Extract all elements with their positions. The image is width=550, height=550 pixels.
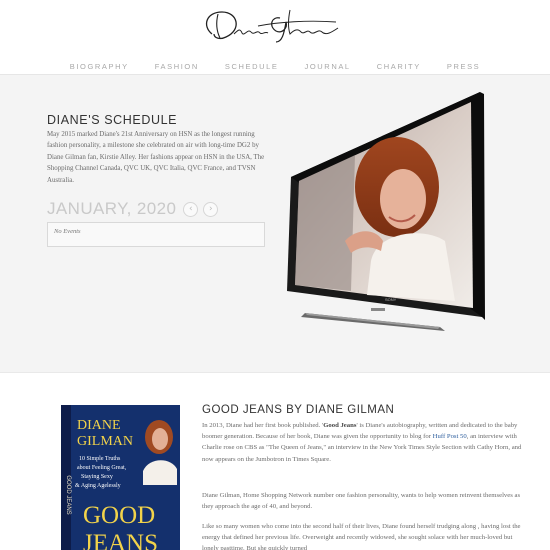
book-paragraph-3: Like so many women who come into the sec… [202,523,521,550]
tv-image: SONY [287,92,485,331]
chevron-left-icon[interactable]: ‹ [183,201,199,217]
schedule-title: DIANE'S SCHEDULE [47,113,178,127]
svg-text:about Feeling Great,: about Feeling Great, [77,465,127,471]
tv-brand: SONY [385,297,397,302]
schedule-description: May 2015 marked Diane's 21st Anniversary… [47,131,265,184]
svg-text:& Aging Agelessly: & Aging Agelessly [75,483,121,489]
main-nav: BIOGRAPHY FASHION SCHEDULE JOURNAL CHARI… [0,56,550,74]
book-paragraph-1: In 2013, Diane had her first book publis… [202,420,524,465]
calendar-month: JANUARY, 2020 [47,199,177,218]
huffpost-link[interactable]: Huff Post 50 [433,433,467,440]
book-cover-image[interactable]: GOOD JEANS DIANE GILMAN 10 Simple Truths… [61,405,180,550]
book-section-title: GOOD JEANS BY DIANE GILMAN [202,404,395,416]
p1-text-a: In 2013, Diane had her first book publis… [202,422,324,429]
p1-bold: Good Jeans [323,422,357,429]
book-title-2: JEANS [83,530,158,550]
svg-text:10 Simple Truths: 10 Simple Truths [79,456,121,462]
nav-charity[interactable]: CHARITY [377,62,421,71]
svg-text:Staying Sexy: Staying Sexy [81,474,113,480]
book-author-2: GILMAN [77,434,133,449]
book-spine-text: GOOD JEANS [65,475,71,514]
signature-logo[interactable] [198,4,348,44]
no-events-text: No Events [54,228,81,235]
nav-journal[interactable]: JOURNAL [305,62,351,71]
calendar-header: JANUARY, 2020 ‹ › [47,198,219,220]
events-list: No Events [47,222,265,247]
nav-biography[interactable]: BIOGRAPHY [70,62,129,71]
nav-schedule[interactable]: SCHEDULE [225,62,279,71]
book-title-1: GOOD [83,502,155,529]
chevron-right-icon[interactable]: › [203,201,219,217]
site-header: BIOGRAPHY FASHION SCHEDULE JOURNAL CHARI… [0,0,550,75]
book-paragraph-2: Diane Gilman, Home Shopping Network numb… [202,492,521,511]
nav-press[interactable]: PRESS [447,62,480,71]
nav-fashion[interactable]: FASHION [155,62,199,71]
book-author-1: DIANE [77,418,121,433]
